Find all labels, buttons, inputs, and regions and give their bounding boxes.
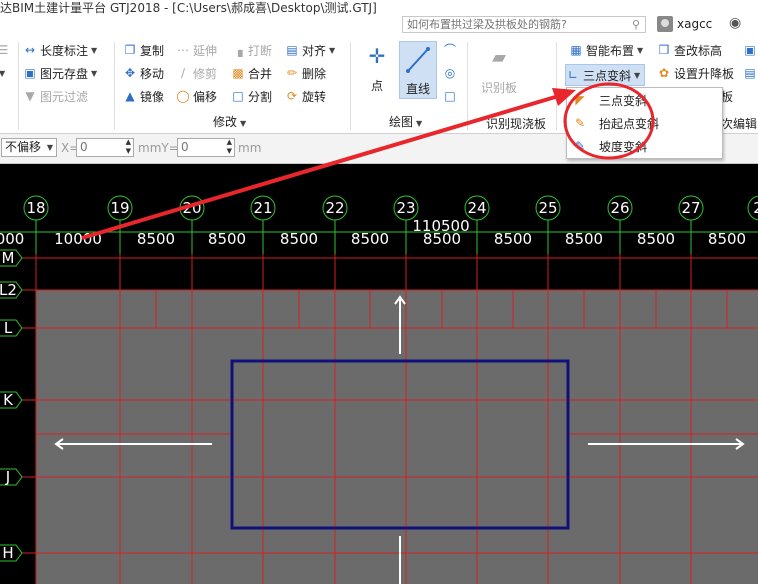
annotation-arrow-head xyxy=(552,88,576,106)
annotation-circle xyxy=(563,82,655,160)
annotation-arrow-line xyxy=(81,93,563,240)
annotation-overlay xyxy=(81,82,655,240)
